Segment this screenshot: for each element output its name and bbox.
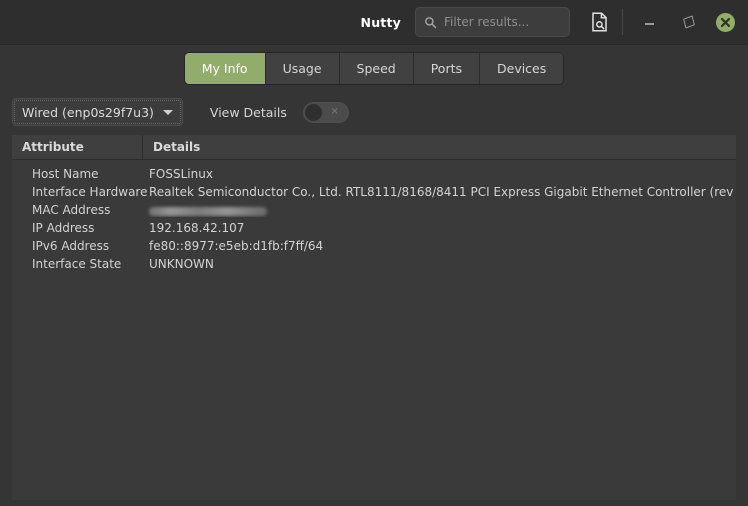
minimize-icon <box>644 23 654 25</box>
column-header-attribute[interactable]: Attribute <box>12 135 143 159</box>
search-box[interactable] <box>415 7 594 37</box>
row-label: Interface Hardware <box>32 185 148 199</box>
document-icon <box>591 12 607 32</box>
row-value: Realtek Semiconductor Co., Ltd. RTL8111/… <box>149 185 736 199</box>
interface-select[interactable]: Wired (enp0s29f7u3) <box>12 98 183 126</box>
toggle-knob <box>304 103 322 121</box>
table-header-row: Attribute Details <box>12 135 736 160</box>
redaction-blur <box>149 206 267 216</box>
tab-usage[interactable]: Usage <box>265 52 340 84</box>
row-value: UNKNOWN <box>149 257 214 271</box>
row-label: MAC Address <box>32 203 111 217</box>
row-value: fe80::8977:e5eb:d1fb:f7ff/64 <box>149 239 324 253</box>
tab-my-info[interactable]: My Info <box>184 52 266 84</box>
close-button[interactable] <box>716 12 735 32</box>
controls-row: Wired (enp0s29f7u3) View Details × <box>0 91 748 133</box>
row-value-redacted <box>143 203 736 217</box>
maximize-icon <box>683 15 695 29</box>
table-row[interactable]: IP Address 192.168.42.107 <box>12 219 736 237</box>
titlebar: Nutty <box>0 0 748 45</box>
document-button[interactable] <box>582 7 616 37</box>
tab-ports[interactable]: Ports <box>413 52 480 84</box>
table-row[interactable]: Interface State UNKNOWN <box>12 255 736 273</box>
row-value: 192.168.42.107 <box>149 221 245 235</box>
table-row[interactable]: MAC Address <box>12 201 736 219</box>
nutty-app-window: Nutty Filter results... My Info Usage Sp… <box>0 0 748 506</box>
row-label: Interface State <box>32 257 122 271</box>
row-value: FOSSLinux <box>149 167 213 181</box>
tabbar-container: My Info Usage Speed Ports Devices <box>0 45 748 91</box>
column-header-details[interactable]: Details <box>143 135 736 159</box>
view-details-label: View Details <box>209 104 287 120</box>
search-input[interactable] <box>444 15 594 29</box>
tab-devices[interactable]: Devices <box>480 52 564 84</box>
table-row[interactable]: Host Name FOSSLinux <box>12 165 736 183</box>
table-row[interactable]: Interface Hardware Realtek Semiconductor… <box>12 183 736 201</box>
toggle-off-icon: × <box>330 106 339 117</box>
table-body: Host Name FOSSLinux Interface Hardware R… <box>12 160 736 500</box>
tabbar: My Info Usage Speed Ports Devices <box>184 52 564 84</box>
app-title: Nutty <box>360 14 401 30</box>
table-row[interactable]: IPv6 Address fe80::8977:e5eb:d1fb:f7ff/6… <box>12 237 736 255</box>
view-details-toggle[interactable]: × <box>302 101 349 123</box>
row-label: IPv6 Address <box>32 239 110 253</box>
tab-speed[interactable]: Speed <box>339 52 414 84</box>
row-label: IP Address <box>32 221 95 235</box>
titlebar-divider <box>622 9 623 35</box>
interface-select-value: Wired (enp0s29f7u3) <box>22 104 154 120</box>
chevron-down-icon <box>162 109 173 115</box>
minimize-button[interactable] <box>636 9 662 35</box>
maximize-button[interactable] <box>676 9 702 35</box>
row-label: Host Name <box>32 167 99 181</box>
close-icon <box>720 17 731 27</box>
search-icon <box>425 16 437 28</box>
info-table: Attribute Details Host Name FOSSLinux In… <box>12 135 736 500</box>
